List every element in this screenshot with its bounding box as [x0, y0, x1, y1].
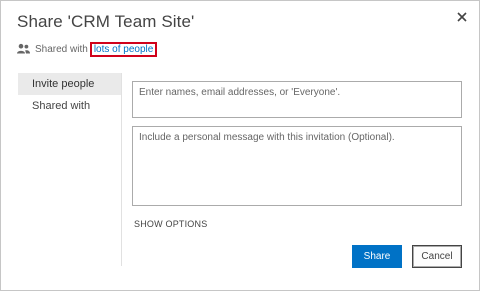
show-options-link[interactable]: SHOW OPTIONS [134, 219, 207, 229]
nav-item-shared-with[interactable]: Shared with [18, 95, 121, 117]
share-dialog: Share 'CRM Team Site' Shared with lots o… [0, 0, 480, 291]
dialog-title: Share 'CRM Team Site' [17, 12, 195, 31]
names-input[interactable]: Enter names, email addresses, or 'Everyo… [132, 81, 462, 118]
message-input[interactable]: Include a personal message with this inv… [132, 126, 462, 206]
share-nav: Invite people Shared with [18, 73, 122, 266]
nav-item-invite-people[interactable]: Invite people [18, 73, 121, 95]
shared-with-label: Shared with [35, 43, 88, 55]
shared-with-row: Shared with lots of people [17, 41, 158, 57]
people-icon [17, 43, 30, 55]
lots-of-people-link[interactable]: lots of people [89, 41, 158, 57]
cancel-button[interactable]: Cancel [412, 245, 462, 268]
close-icon[interactable] [454, 9, 470, 25]
share-button[interactable]: Share [352, 245, 402, 268]
